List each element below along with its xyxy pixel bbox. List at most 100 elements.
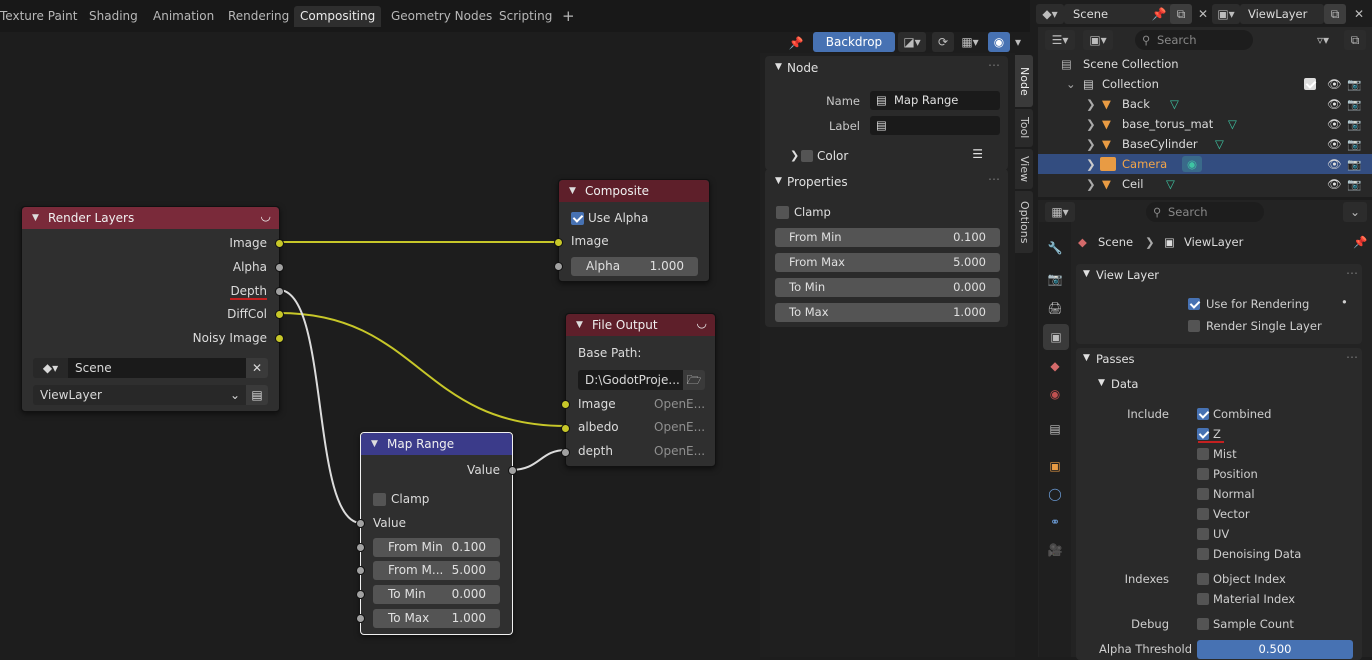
viewlayer-dropdown[interactable]: ViewLayer ⌄ <box>33 385 246 405</box>
from-max-field[interactable]: From Max 5.000 <box>775 253 1000 272</box>
node-preview-icon[interactable]: ◡ <box>697 312 707 334</box>
output-diffcol-socket[interactable] <box>275 310 284 319</box>
pin-icon[interactable]: 📌 <box>1353 232 1367 252</box>
collapse-icon[interactable]: ▼ <box>1083 269 1090 279</box>
outliner-row-basecylinder[interactable]: ❯ ▼ BaseCylinder ▽ 👁 📷 <box>1038 134 1372 154</box>
collapse-icon[interactable]: ▼ <box>371 433 378 455</box>
eye-icon[interactable]: 👁 <box>1327 94 1342 114</box>
render-layers-node[interactable]: ▼ Render Layers ◡ Image Alpha Depth Diff… <box>21 206 284 412</box>
outliner-row-base-torus-mat[interactable]: ❯ ▼ base_torus_mat ▽ 👁 📷 <box>1038 114 1372 134</box>
alpha-field[interactable]: Alpha 1.000 <box>571 257 698 276</box>
label-field[interactable]: ▤ <box>870 116 1000 135</box>
object-index-checkbox[interactable] <box>1197 573 1209 585</box>
render-layers-header[interactable]: ▼ Render Layers ◡ <box>22 207 279 229</box>
scene-icon[interactable]: ◆ <box>1043 354 1067 378</box>
mist-checkbox[interactable] <box>1197 448 1209 460</box>
camera-render-icon[interactable]: 📷 <box>1347 134 1361 154</box>
properties-search-input[interactable]: ⚲ Search <box>1146 202 1264 222</box>
outliner-search-input[interactable]: ⚲ Search <box>1135 30 1253 50</box>
mesh-data-icon[interactable]: ▽ <box>1228 114 1237 134</box>
tab-shading[interactable]: Shading <box>83 6 144 27</box>
render-single-layer-checkbox[interactable] <box>1188 320 1200 332</box>
list-icon[interactable]: ☰ <box>972 147 983 161</box>
scene-field[interactable]: Scene <box>68 358 246 378</box>
map-range-header[interactable]: ▼ Map Range <box>361 433 512 455</box>
view-layer-icon[interactable]: ▣ <box>1043 324 1069 350</box>
tab-node[interactable]: Node <box>1015 55 1033 107</box>
input-alpha-socket[interactable] <box>554 262 563 271</box>
display-mode-icon[interactable]: ☰▾ <box>1045 30 1075 50</box>
to-max-field[interactable]: To Max 1.000 <box>775 303 1000 322</box>
to-min-socket[interactable] <box>356 590 365 599</box>
expand-icon[interactable]: ❯ <box>1086 94 1096 114</box>
collapse-icon[interactable]: ▼ <box>1098 378 1105 388</box>
tab-options[interactable]: Options <box>1015 191 1033 253</box>
collapse-icon[interactable]: ▼ <box>32 207 39 229</box>
material-index-checkbox[interactable] <box>1197 593 1209 605</box>
keyframe-dot-icon[interactable]: • <box>1341 295 1348 309</box>
from-min-field[interactable]: From Min 0.100 <box>775 228 1000 247</box>
eye-icon[interactable]: 👁 <box>1327 114 1342 134</box>
tab-view[interactable]: View <box>1015 149 1033 189</box>
scene-browse-icon[interactable]: ◆▾ <box>33 358 68 378</box>
collapse-icon[interactable]: ▼ <box>576 314 583 336</box>
delete-viewlayer-icon[interactable]: ✕ <box>1348 4 1370 24</box>
tool-icon[interactable]: 🔧 <box>1043 236 1067 260</box>
outliner-row-collection[interactable]: ⌄ ▤ Collection 👁 📷 <box>1038 74 1372 94</box>
constraints-icon[interactable]: ⚭ <box>1043 510 1067 534</box>
expand-icon[interactable]: ⌄ <box>1066 74 1076 94</box>
mesh-data-icon[interactable]: ▽ <box>1170 94 1179 114</box>
normal-checkbox[interactable] <box>1197 488 1209 500</box>
input-image-socket[interactable] <box>554 238 563 247</box>
clamp-checkbox[interactable] <box>776 206 789 219</box>
expand-icon[interactable]: ❯ <box>1086 134 1096 154</box>
uv-checkbox[interactable] <box>1197 528 1209 540</box>
from-min-socket[interactable] <box>356 543 365 552</box>
camera-render-icon[interactable]: 📷 <box>1347 174 1361 194</box>
pin-icon[interactable]: 📌 <box>1149 4 1169 24</box>
base-path-field[interactable]: D:\GodotProje... <box>578 370 683 390</box>
vector-checkbox[interactable] <box>1197 508 1209 520</box>
new-collection-icon[interactable]: ⧉ <box>1344 30 1366 50</box>
outliner-row-ceil[interactable]: ❯ ▼ Ceil ▽ 👁 📷 <box>1038 174 1372 194</box>
expand-icon[interactable]: ❯ <box>790 149 799 162</box>
expand-icon[interactable]: ❯ <box>1086 174 1096 194</box>
mesh-data-icon[interactable]: ▽ <box>1166 174 1175 194</box>
output-value-socket[interactable] <box>508 466 517 475</box>
drag-handle-icon[interactable]: ⋯ <box>1346 266 1358 280</box>
file-output-node[interactable]: ▼ File Output ◡ Base Path: D:\GodotProje… <box>561 312 716 467</box>
drag-handle-icon[interactable]: ⋯ <box>1346 350 1358 364</box>
map-range-node[interactable]: ▼ Map Range Value Clamp Value From Min 0… <box>356 432 517 635</box>
tab-geometry-nodes[interactable]: Geometry Nodes <box>385 6 498 27</box>
camera-data-icon[interactable]: 🎥 <box>1043 538 1067 562</box>
collection-include-checkbox[interactable] <box>1304 78 1316 90</box>
to-max-field[interactable]: To Max 1.000 <box>373 609 500 628</box>
alpha-threshold-slider[interactable]: 0.500 <box>1197 640 1353 659</box>
outliner-row-scene-collection[interactable]: ▤ Scene Collection <box>1038 54 1372 74</box>
combined-checkbox[interactable] <box>1197 408 1209 420</box>
position-checkbox[interactable] <box>1197 468 1209 480</box>
mesh-data-icon[interactable]: ▽ <box>1215 134 1224 154</box>
drag-handle-icon[interactable]: ⋯ <box>988 58 1000 72</box>
physics-icon[interactable]: ◯ <box>1043 482 1067 506</box>
chevron-down-icon[interactable]: ⌄ <box>1343 202 1367 222</box>
from-min-field[interactable]: From Min 0.100 <box>373 538 500 557</box>
eye-icon[interactable]: 👁 <box>1327 74 1342 94</box>
expand-icon[interactable]: ❯ <box>1086 154 1096 174</box>
viewlayer-icon[interactable]: ▣▾ <box>1212 4 1240 24</box>
use-for-rendering-checkbox[interactable] <box>1188 298 1200 310</box>
tab-texture-paint[interactable]: Texture Paint <box>0 6 83 27</box>
name-field[interactable]: ▤ Map Range <box>870 91 1000 110</box>
color-checkbox[interactable] <box>801 150 813 162</box>
output-icon[interactable]: 🖨 <box>1043 296 1067 320</box>
output-alpha-socket[interactable] <box>275 263 284 272</box>
eye-icon[interactable]: 👁 <box>1327 174 1342 194</box>
object-icon[interactable]: ▣ <box>1043 454 1067 478</box>
viewlayer-name-field[interactable]: ViewLayer <box>1240 4 1324 24</box>
tab-scripting[interactable]: Scripting <box>493 6 558 27</box>
collapse-icon[interactable]: ▼ <box>569 180 576 202</box>
to-max-socket[interactable] <box>356 614 365 623</box>
camera-render-icon[interactable]: 📷 <box>1347 114 1361 134</box>
outliner-row-camera[interactable]: ❯ Camera ◉ 👁 📷 <box>1038 154 1372 174</box>
drag-handle-icon[interactable]: ⋯ <box>988 172 1000 186</box>
